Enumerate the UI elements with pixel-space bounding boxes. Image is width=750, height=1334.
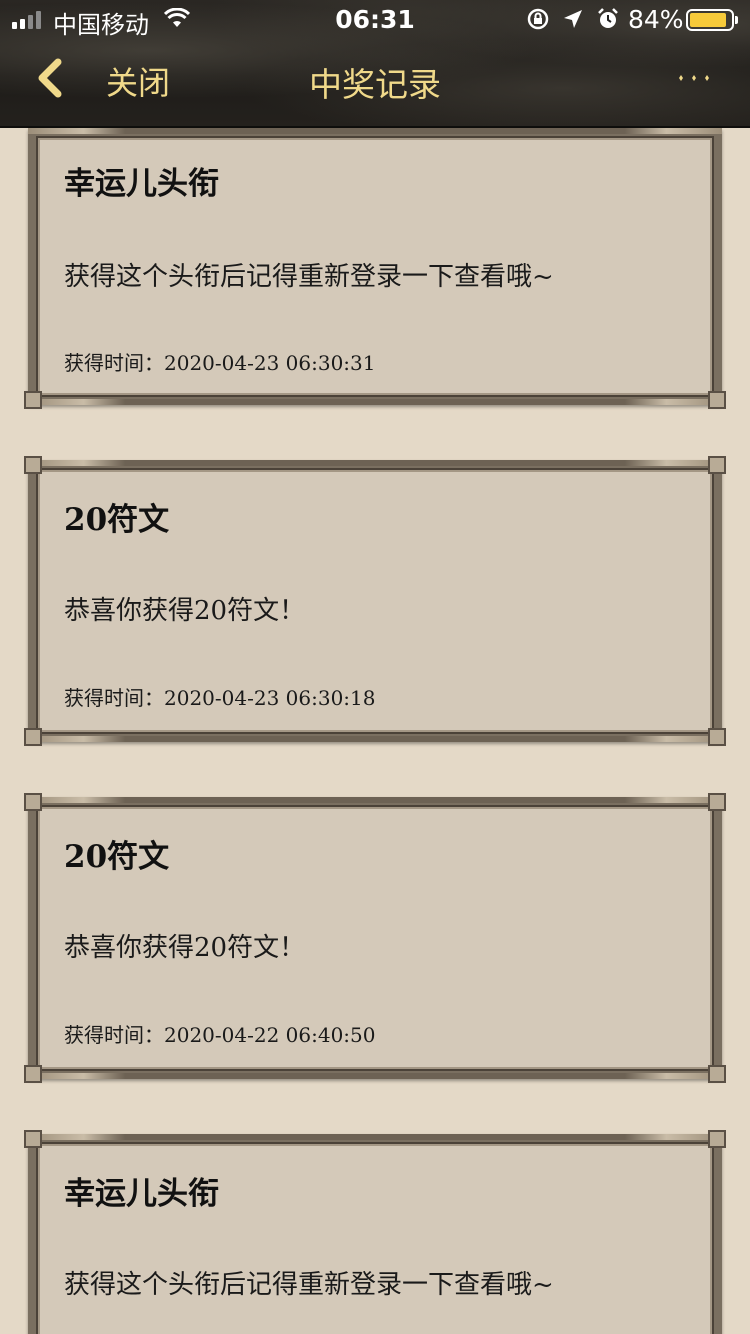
frame-corner <box>24 456 42 474</box>
frame-corner <box>708 793 726 811</box>
record-title: 20符文 <box>64 502 170 538</box>
record-time-value: 2020-04-23 06:30:18 <box>164 686 376 710</box>
record-time-label: 获得时间： <box>64 1023 164 1047</box>
record-description: 恭喜你获得20符文！ <box>64 596 306 626</box>
record-title: 20符文 <box>64 839 170 875</box>
battery-percent: 84% <box>628 5 684 34</box>
record-card[interactable]: 20符文 恭喜你获得20符文！ 获得时间：2020-04-22 06:40:50 <box>24 793 726 1083</box>
record-title: 幸运儿头衔 <box>64 166 219 202</box>
record-card[interactable]: 20符文 恭喜你获得20符文！ 获得时间：2020-04-23 06:30:18 <box>24 456 726 746</box>
alarm-icon <box>596 7 620 35</box>
more-button[interactable] <box>672 66 716 90</box>
record-time-label: 获得时间： <box>64 351 164 375</box>
frame-corner <box>708 1065 726 1083</box>
status-bar: 中国移动 06:31 84% <box>0 0 750 40</box>
record-description: 恭喜你获得20符文！ <box>64 933 306 963</box>
more-dots-icon <box>679 75 709 81</box>
record-time-value: 2020-04-22 06:40:50 <box>164 1023 376 1047</box>
location-arrow-icon <box>562 8 584 34</box>
record-description: 获得这个头衔后记得重新登录一下查看哦~ <box>64 1270 554 1300</box>
record-time: 获得时间：2020-04-23 06:30:18 <box>64 682 376 711</box>
status-icons <box>526 7 620 35</box>
frame-corner <box>24 1065 42 1083</box>
rotation-lock-icon <box>526 7 550 35</box>
frame-corner <box>708 728 726 746</box>
app-header: 中国移动 06:31 84% 关闭 中奖记录 <box>0 0 750 128</box>
record-card[interactable]: 幸运儿头衔 获得这个头衔后记得重新登录一下查看哦~ <box>24 1130 726 1334</box>
frame-corner <box>708 391 726 409</box>
record-title: 幸运儿头衔 <box>64 1176 219 1212</box>
record-time-value: 2020-04-23 06:30:31 <box>164 351 376 375</box>
page-title: 中奖记录 <box>309 65 441 104</box>
frame-corner <box>708 456 726 474</box>
record-description: 获得这个头衔后记得重新登录一下查看哦~ <box>64 262 554 292</box>
record-card[interactable]: 幸运儿头衔 获得这个头衔后记得重新登录一下查看哦~ 获得时间：2020-04-2… <box>24 128 726 409</box>
battery-icon <box>686 9 738 31</box>
frame-corner <box>24 793 42 811</box>
record-time: 获得时间：2020-04-23 06:30:31 <box>64 347 376 376</box>
frame-corner <box>24 1130 42 1148</box>
frame-corner <box>24 728 42 746</box>
record-time-label: 获得时间： <box>64 686 164 710</box>
frame-corner <box>708 1130 726 1148</box>
record-time: 获得时间：2020-04-22 06:40:50 <box>64 1019 376 1048</box>
frame-corner <box>24 391 42 409</box>
navigation-bar: 关闭 中奖记录 <box>0 40 750 128</box>
card-frame <box>28 1134 722 1334</box>
